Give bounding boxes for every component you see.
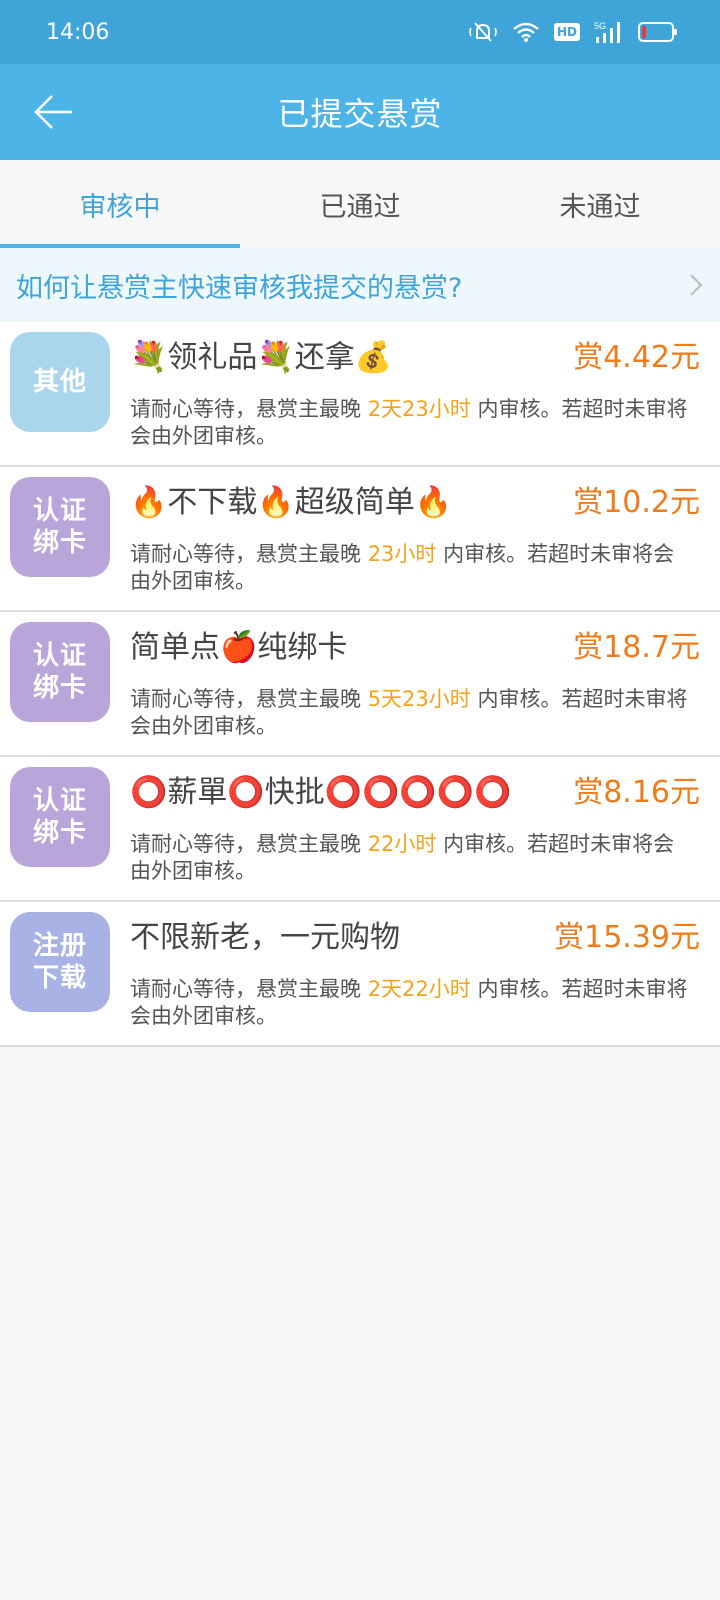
notice-prefix: 请耐心等待，悬赏主最晚	[130, 977, 361, 1001]
back-arrow-icon[interactable]	[30, 88, 78, 136]
page-title: 已提交悬赏	[277, 95, 443, 133]
wifi-icon	[513, 22, 539, 42]
status-bar: 14:06 HD 5G	[0, 0, 720, 64]
mute-bell-icon	[469, 22, 497, 42]
task-title: 🔥不下载🔥超级简单🔥	[130, 485, 453, 520]
hd-badge: HD	[553, 23, 580, 41]
review-notice: 请耐心等待，悬赏主最晚 2天22小时 内审核。若超时未审将会由外团审核。	[130, 976, 690, 1030]
reward-amount: 赏18.7元	[573, 630, 700, 665]
list-item[interactable]: 认证绑卡 ⭕薪單⭕快批⭕⭕⭕⭕⭕ 赏8.16元 请耐心等待，悬赏主最晚 22小时…	[0, 757, 720, 902]
category-tag: 认证绑卡	[10, 767, 110, 867]
category-tag: 其他	[10, 332, 110, 432]
tab-rejected[interactable]: 未通过	[480, 160, 720, 248]
task-title: 简单点🍎纯绑卡	[130, 630, 348, 665]
deadline-highlight: 22小时	[367, 832, 437, 856]
list-item[interactable]: 认证绑卡 🔥不下载🔥超级简单🔥 赏10.2元 请耐心等待，悬赏主最晚 23小时 …	[0, 467, 720, 612]
notice-prefix: 请耐心等待，悬赏主最晚	[130, 687, 361, 711]
help-banner[interactable]: 如何让悬赏主快速审核我提交的悬赏?	[0, 248, 720, 322]
app-bar: 已提交悬赏	[0, 64, 720, 160]
reward-amount: 赏10.2元	[573, 485, 700, 520]
review-notice: 请耐心等待，悬赏主最晚 22小时 内审核。若超时未审将会由外团审核。	[130, 831, 690, 885]
review-notice: 请耐心等待，悬赏主最晚 2天23小时 内审核。若超时未审将会由外团审核。	[130, 396, 690, 450]
review-notice: 请耐心等待，悬赏主最晚 5天23小时 内审核。若超时未审将会由外团审核。	[130, 686, 690, 740]
status-time: 14:06	[46, 19, 110, 45]
list-item[interactable]: 注册下载 不限新老，一元购物 赏15.39元 请耐心等待，悬赏主最晚 2天22小…	[0, 902, 720, 1047]
tab-label: 审核中	[79, 191, 161, 223]
svg-text:5G: 5G	[594, 21, 606, 31]
task-title: 不限新老，一元购物	[130, 920, 400, 955]
chevron-right-icon	[690, 274, 703, 296]
reward-amount: 赏15.39元	[554, 920, 700, 955]
reward-amount: 赏4.42元	[573, 340, 700, 375]
category-tag: 认证绑卡	[10, 622, 110, 722]
help-banner-text: 如何让悬赏主快速审核我提交的悬赏?	[16, 272, 463, 304]
deadline-highlight: 2天23小时	[367, 397, 471, 421]
deadline-highlight: 23小时	[367, 542, 437, 566]
signal-5g-icon: 5G	[594, 21, 620, 43]
deadline-highlight: 2天22小时	[367, 977, 471, 1001]
task-title: 💐领礼品💐还拿💰	[130, 340, 393, 375]
tab-approved[interactable]: 已通过	[240, 160, 480, 248]
tab-bar: 审核中 已通过 未通过	[0, 160, 720, 248]
notice-prefix: 请耐心等待，悬赏主最晚	[130, 832, 361, 856]
deadline-highlight: 5天23小时	[367, 687, 471, 711]
category-tag: 认证绑卡	[10, 477, 110, 577]
battery-icon	[638, 22, 677, 42]
notice-prefix: 请耐心等待，悬赏主最晚	[130, 542, 361, 566]
reward-amount: 赏8.16元	[573, 775, 700, 810]
tab-label: 已通过	[319, 191, 401, 223]
status-icons: HD 5G	[468, 20, 678, 44]
review-notice: 请耐心等待，悬赏主最晚 23小时 内审核。若超时未审将会由外团审核。	[130, 541, 690, 595]
tab-label: 未通过	[559, 191, 641, 223]
tab-reviewing[interactable]: 审核中	[0, 160, 240, 248]
category-tag: 注册下载	[10, 912, 110, 1012]
submission-list: 其他 💐领礼品💐还拿💰 赏4.42元 请耐心等待，悬赏主最晚 2天23小时 内审…	[0, 322, 720, 1047]
task-title: ⭕薪單⭕快批⭕⭕⭕⭕⭕	[130, 775, 512, 810]
list-item[interactable]: 认证绑卡 简单点🍎纯绑卡 赏18.7元 请耐心等待，悬赏主最晚 5天23小时 内…	[0, 612, 720, 757]
notice-prefix: 请耐心等待，悬赏主最晚	[130, 397, 361, 421]
list-item[interactable]: 其他 💐领礼品💐还拿💰 赏4.42元 请耐心等待，悬赏主最晚 2天23小时 内审…	[0, 322, 720, 467]
